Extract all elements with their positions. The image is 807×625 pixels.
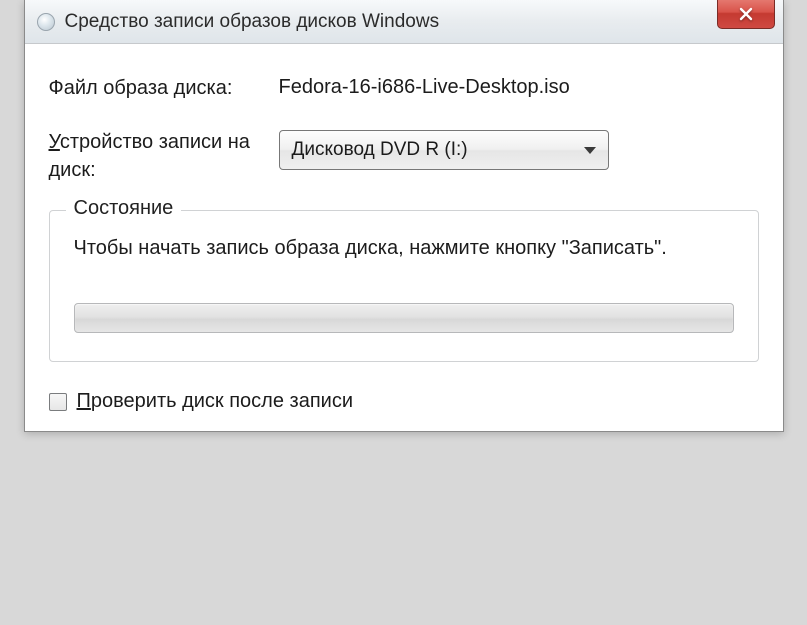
burner-value-cell: Дисковод DVD R (I:) [279,128,759,170]
window-title: Средство записи образов дисков Windows [65,11,775,33]
verify-checkbox[interactable] [49,393,67,411]
burner-row: Устройство записи на диск: Дисковод DVD … [49,128,759,184]
progress-bar [74,303,734,333]
dialog-window: Средство записи образов дисков Windows Ф… [24,0,784,432]
verify-checkbox-row: Проверить диск после записи [49,390,759,413]
burner-selected-value: Дисковод DVD R (I:) [292,139,584,161]
chevron-down-icon [584,147,596,154]
mnemonic-char: У [49,131,60,153]
burner-label: Устройство записи на диск: [49,128,279,184]
image-file-row: Файл образа диска: Fedora-16-i686-Live-D… [49,74,759,102]
image-file-label: Файл образа диска: [49,74,279,102]
verify-label-rest: роверить диск после записи [91,390,353,412]
burner-label-rest: стройство записи на диск: [49,131,250,181]
titlebar: Средство записи образов дисков Windows [25,0,783,44]
status-group-title: Состояние [66,197,182,220]
status-text: Чтобы начать запись образа диска, нажмит… [74,233,734,263]
verify-checkbox-label[interactable]: Проверить диск после записи [77,390,354,413]
dialog-content: Файл образа диска: Fedora-16-i686-Live-D… [25,44,783,431]
app-icon [37,13,55,31]
image-file-value: Fedora-16-i686-Live-Desktop.iso [279,74,759,99]
close-button[interactable] [717,0,775,29]
burner-combobox[interactable]: Дисковод DVD R (I:) [279,130,609,170]
status-groupbox: Состояние Чтобы начать запись образа дис… [49,210,759,362]
close-icon [738,6,754,22]
mnemonic-char: П [77,390,91,412]
